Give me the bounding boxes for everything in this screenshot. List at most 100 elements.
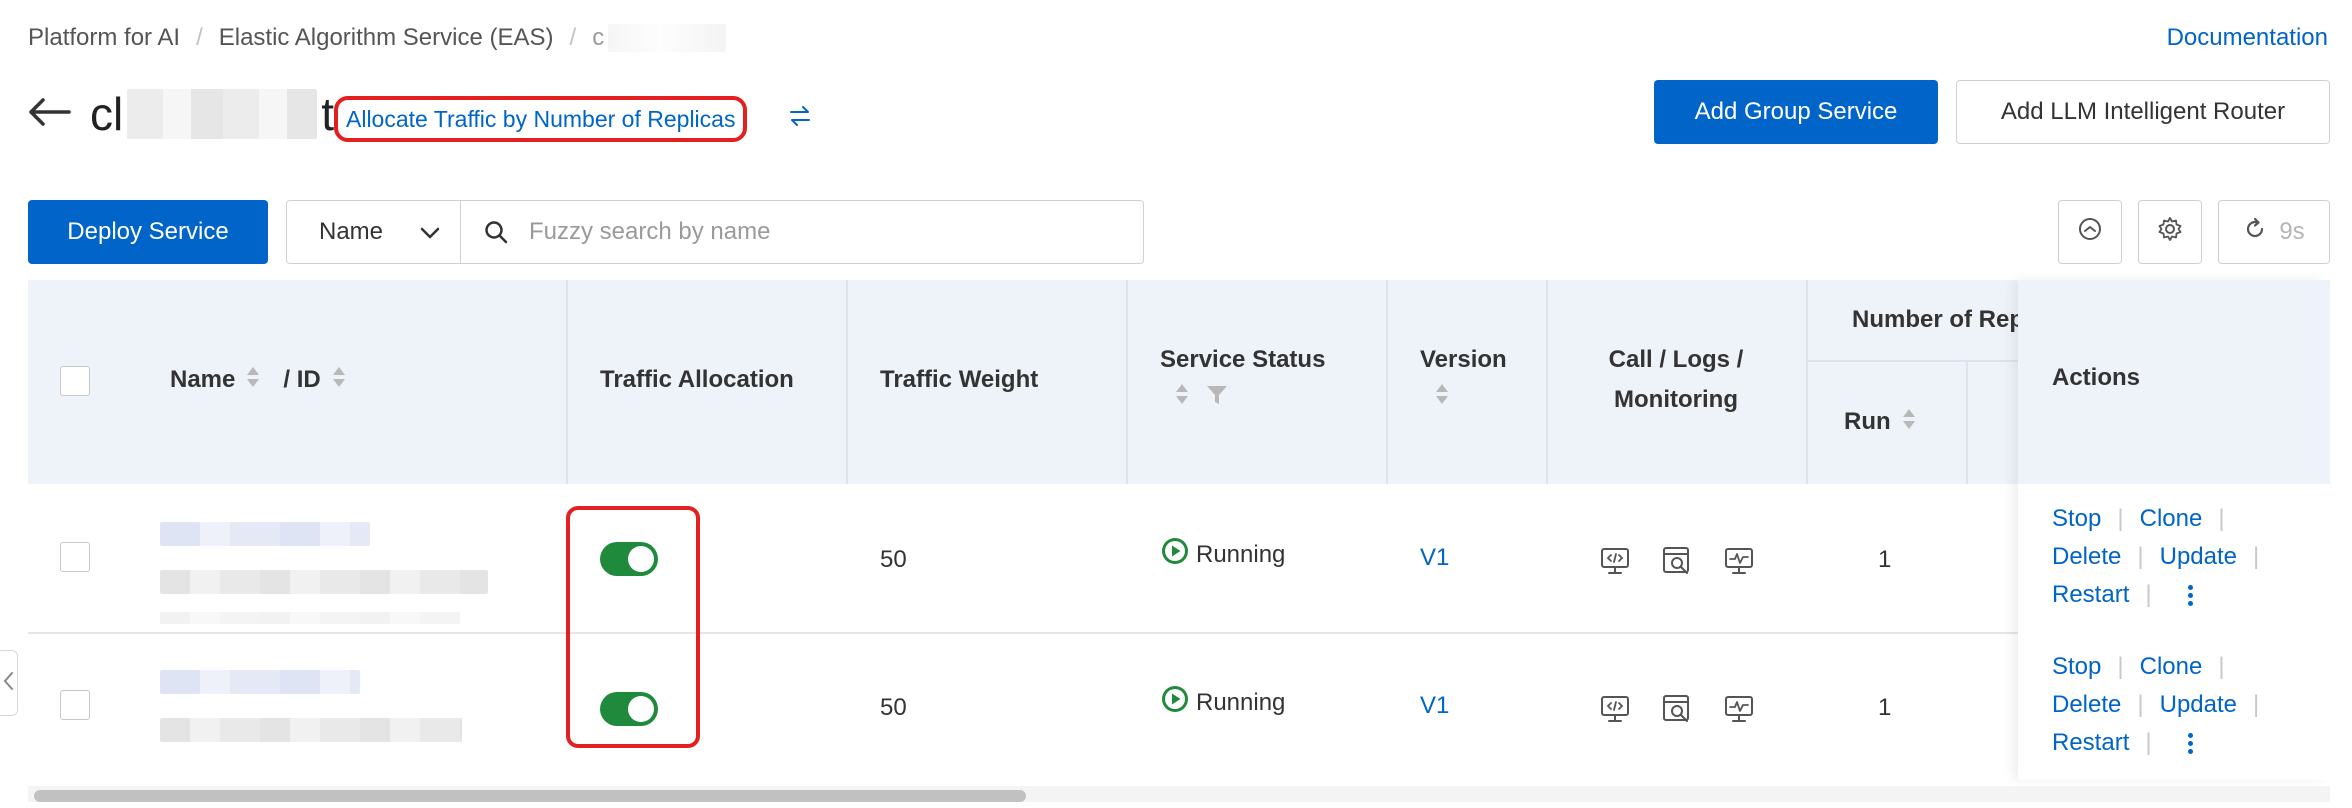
traffic-weight-value: 50 — [880, 694, 907, 721]
monitoring-icon[interactable] — [1722, 544, 1756, 578]
column-divider — [1806, 280, 1808, 484]
chevron-left-icon — [3, 671, 15, 696]
status-text: Running — [1196, 688, 1286, 716]
separator: | — [2253, 691, 2260, 718]
update-button[interactable]: Update — [2160, 543, 2237, 571]
select-all-checkbox[interactable] — [60, 366, 90, 396]
actions-header: Actions — [2018, 280, 2330, 484]
deploy-service-button[interactable]: Deploy Service — [28, 200, 268, 264]
search-input[interactable] — [529, 218, 1109, 246]
restart-button[interactable]: Restart — [2052, 729, 2129, 757]
row-actions: Stop | Clone | Delete | Update | Restart | — [2052, 648, 2322, 762]
page-title: cl t — [90, 86, 334, 142]
gear-icon — [2157, 216, 2183, 249]
breadcrumb-item-eas[interactable]: Elastic Algorithm Service (EAS) — [219, 24, 554, 52]
redacted-service-id — [160, 718, 462, 742]
column-header-name-label: Name — [170, 366, 236, 393]
run-count: 1 — [1878, 694, 1892, 721]
column-header-id-label: / ID — [283, 366, 321, 393]
page-title-end: t — [321, 88, 335, 140]
traffic-allocation-toggle[interactable] — [600, 542, 658, 576]
stop-button[interactable]: Stop — [2052, 505, 2101, 533]
sort-icon[interactable] — [1174, 382, 1190, 411]
separator: | — [2145, 581, 2152, 608]
redacted-service-name[interactable] — [160, 522, 370, 546]
column-divider — [1386, 280, 1388, 484]
sort-icon[interactable] — [1901, 407, 1917, 438]
sort-icon[interactable] — [1434, 382, 1450, 411]
version-link[interactable]: V1 — [1420, 544, 1449, 572]
breadcrumb-item-current: c — [592, 24, 605, 51]
separator: | — [2137, 543, 2144, 570]
redacted-service-name[interactable] — [160, 670, 360, 694]
horizontal-scrollbar-thumb[interactable] — [34, 790, 1026, 802]
search-icon — [483, 219, 509, 245]
filter-icon[interactable] — [1206, 384, 1228, 411]
separator: | — [2117, 653, 2124, 680]
column-divider — [846, 280, 848, 484]
page-title-start: cl — [90, 88, 124, 140]
logs-icon[interactable] — [1660, 692, 1694, 726]
traffic-allocation-toggle[interactable] — [600, 692, 658, 726]
chevron-down-icon — [418, 221, 442, 252]
running-icon — [1160, 684, 1190, 721]
gauge-icon — [2077, 216, 2103, 249]
column-header-monitoring: Monitoring — [1614, 386, 1738, 413]
status-badge: Running — [1160, 684, 1285, 721]
sort-icon[interactable] — [245, 365, 261, 396]
delete-button[interactable]: Delete — [2052, 543, 2121, 571]
separator: | — [2218, 505, 2225, 532]
clone-button[interactable]: Clone — [2140, 653, 2203, 681]
column-divider — [566, 280, 568, 484]
documentation-link[interactable]: Documentation — [2167, 20, 2328, 56]
clone-button[interactable]: Clone — [2140, 505, 2203, 533]
sidebar-expand-handle[interactable] — [0, 650, 18, 716]
separator: | — [2145, 729, 2152, 756]
logs-icon[interactable] — [1660, 544, 1694, 578]
status-badge: Running — [1160, 536, 1285, 573]
row-checkbox[interactable] — [60, 690, 90, 720]
breadcrumb: Platform for AI / Elastic Algorithm Serv… — [28, 20, 727, 56]
add-group-service-button[interactable]: Add Group Service — [1654, 80, 1938, 144]
version-link[interactable]: V1 — [1420, 692, 1449, 720]
sort-icon[interactable] — [331, 365, 347, 396]
add-llm-router-button[interactable]: Add LLM Intelligent Router — [1956, 80, 2330, 144]
column-header-run[interactable]: Run — [1844, 404, 1917, 440]
delete-button[interactable]: Delete — [2052, 691, 2121, 719]
header-group-divider — [1806, 360, 2046, 362]
row-checkbox[interactable] — [60, 542, 90, 572]
redacted-service-id — [160, 570, 488, 594]
refresh-icon — [2243, 217, 2267, 248]
column-header-version: Version — [1420, 346, 1507, 373]
column-divider — [1126, 280, 1128, 484]
monitor-gauge-button[interactable] — [2058, 200, 2122, 264]
row-divider — [28, 632, 2330, 634]
status-text: Running — [1196, 540, 1286, 568]
settings-button[interactable] — [2138, 200, 2202, 264]
traffic-weight-value: 50 — [880, 546, 907, 573]
search-field-select[interactable]: Name — [287, 201, 461, 263]
separator: | — [2137, 691, 2144, 718]
more-actions-icon[interactable] — [2187, 732, 2193, 754]
breadcrumb-item-pai[interactable]: Platform for AI — [28, 24, 180, 52]
call-info-icon[interactable] — [1598, 692, 1632, 726]
search-field-value: Name — [319, 218, 384, 245]
call-info-icon[interactable] — [1598, 544, 1632, 578]
refresh-countdown: 9s — [2279, 218, 2305, 245]
refresh-button[interactable]: 9s — [2218, 200, 2330, 264]
separator: | — [2253, 543, 2260, 570]
traffic-link-highlight: Allocate Traffic by Number of Replicas — [334, 96, 748, 142]
switch-arrows-icon[interactable] — [788, 104, 812, 128]
breadcrumb-separator: / — [569, 24, 577, 51]
column-divider — [1966, 360, 1968, 484]
allocate-traffic-link[interactable]: Allocate Traffic by Number of Replicas — [346, 106, 735, 133]
more-actions-icon[interactable] — [2187, 584, 2193, 606]
restart-button[interactable]: Restart — [2052, 581, 2129, 609]
breadcrumb-separator: / — [196, 24, 203, 51]
search-box: Name — [286, 200, 1144, 264]
update-button[interactable]: Update — [2160, 691, 2237, 719]
back-arrow-icon[interactable] — [26, 94, 72, 130]
monitoring-icon[interactable] — [1722, 692, 1756, 726]
column-header-name[interactable]: Name / ID — [170, 362, 347, 398]
stop-button[interactable]: Stop — [2052, 653, 2101, 681]
